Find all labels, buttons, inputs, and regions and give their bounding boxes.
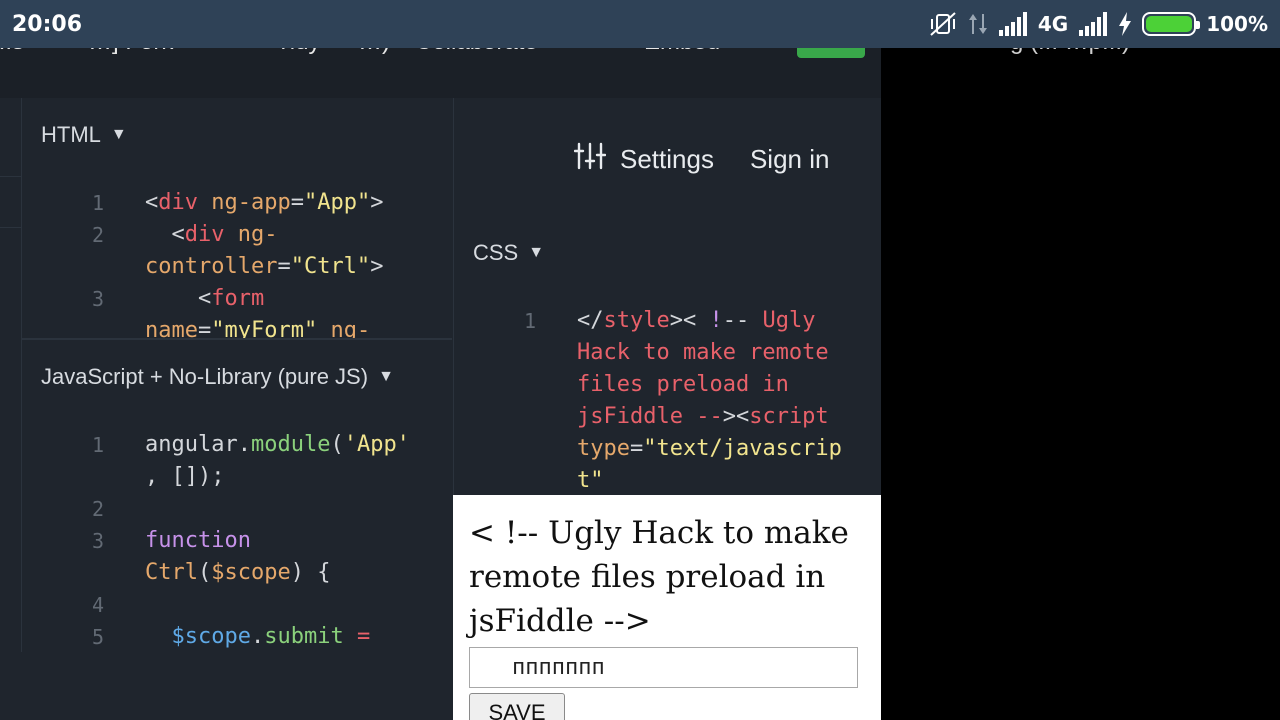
css-panel-title: CSS bbox=[473, 240, 519, 265]
header-actions: Settings Sign in bbox=[573, 142, 830, 177]
css-panel[interactable]: Settings Sign in CSS ▼ 1 </style>< !-- U… bbox=[453, 98, 881, 495]
signal-icon bbox=[998, 12, 1028, 36]
js-panel-header[interactable]: JavaScript + No-Library (pure JS) ▼ bbox=[41, 364, 394, 390]
line-number: 1 bbox=[523, 309, 536, 333]
vibrate-off-icon bbox=[928, 11, 958, 37]
signal-icon bbox=[1078, 12, 1108, 36]
line-number: 4 bbox=[91, 593, 104, 617]
css-panel-header[interactable]: CSS ▼ bbox=[473, 240, 544, 266]
charging-bolt-icon bbox=[1118, 12, 1132, 36]
js-code[interactable]: angular.module('App' , []); function Ctr… bbox=[145, 429, 410, 652]
save-button[interactable]: SAVE bbox=[469, 693, 565, 720]
line-number: 2 bbox=[91, 223, 104, 247]
text-input[interactable]: ппппппп bbox=[469, 647, 858, 688]
battery-percent: 100% bbox=[1206, 12, 1268, 36]
line-number: 1 bbox=[91, 433, 104, 457]
html-panel-header[interactable]: HTML ▼ bbox=[41, 122, 127, 148]
data-arrows-icon bbox=[968, 12, 988, 36]
html-panel-title: HTML bbox=[41, 122, 101, 147]
battery-icon bbox=[1142, 12, 1201, 36]
result-text: < !-- Ugly Hack to make remote files pre… bbox=[469, 515, 849, 639]
html-code[interactable]: <div ng-app="App"> <div ng- controller="… bbox=[145, 187, 383, 338]
chevron-down-icon[interactable]: ▼ bbox=[111, 126, 127, 144]
result-panel: < !-- Ugly Hack to make remote files pre… bbox=[453, 495, 881, 720]
sidebar-toggle[interactable] bbox=[0, 176, 22, 228]
status-time: 20:06 bbox=[12, 11, 83, 37]
sign-in-link[interactable]: Sign in bbox=[750, 144, 830, 175]
css-code[interactable]: </style>< !-- Ugly Hack to make remote f… bbox=[577, 305, 842, 495]
chevron-down-icon[interactable]: ▼ bbox=[528, 244, 544, 262]
line-number: 1 bbox=[91, 191, 104, 215]
settings-button[interactable]: Settings bbox=[573, 142, 714, 177]
sidebar-edge[interactable] bbox=[0, 98, 22, 652]
html-panel[interactable]: HTML ▼ 1 2 3 <div ng-app="App"> <div ng-… bbox=[22, 98, 452, 338]
js-panel[interactable]: JavaScript + No-Library (pure JS) ▼ 1 2 … bbox=[22, 338, 452, 652]
js-panel-title: JavaScript + No-Library (pure JS) bbox=[41, 364, 369, 389]
settings-label: Settings bbox=[620, 144, 714, 174]
sliders-icon bbox=[573, 142, 607, 177]
jsfiddle-app: ...s …] Fork Tidy …) Collaborate Embed H… bbox=[0, 0, 881, 720]
line-number: 5 bbox=[91, 625, 104, 649]
line-number: 3 bbox=[91, 287, 104, 311]
battery-fill bbox=[1146, 16, 1193, 32]
line-number: 2 bbox=[91, 497, 104, 521]
empty-area bbox=[881, 48, 1280, 720]
network-type: 4G bbox=[1037, 12, 1069, 36]
status-bar: 20:06 4G 100% bbox=[0, 0, 1280, 48]
chevron-down-icon[interactable]: ▼ bbox=[378, 368, 394, 386]
line-number: 3 bbox=[91, 529, 104, 553]
